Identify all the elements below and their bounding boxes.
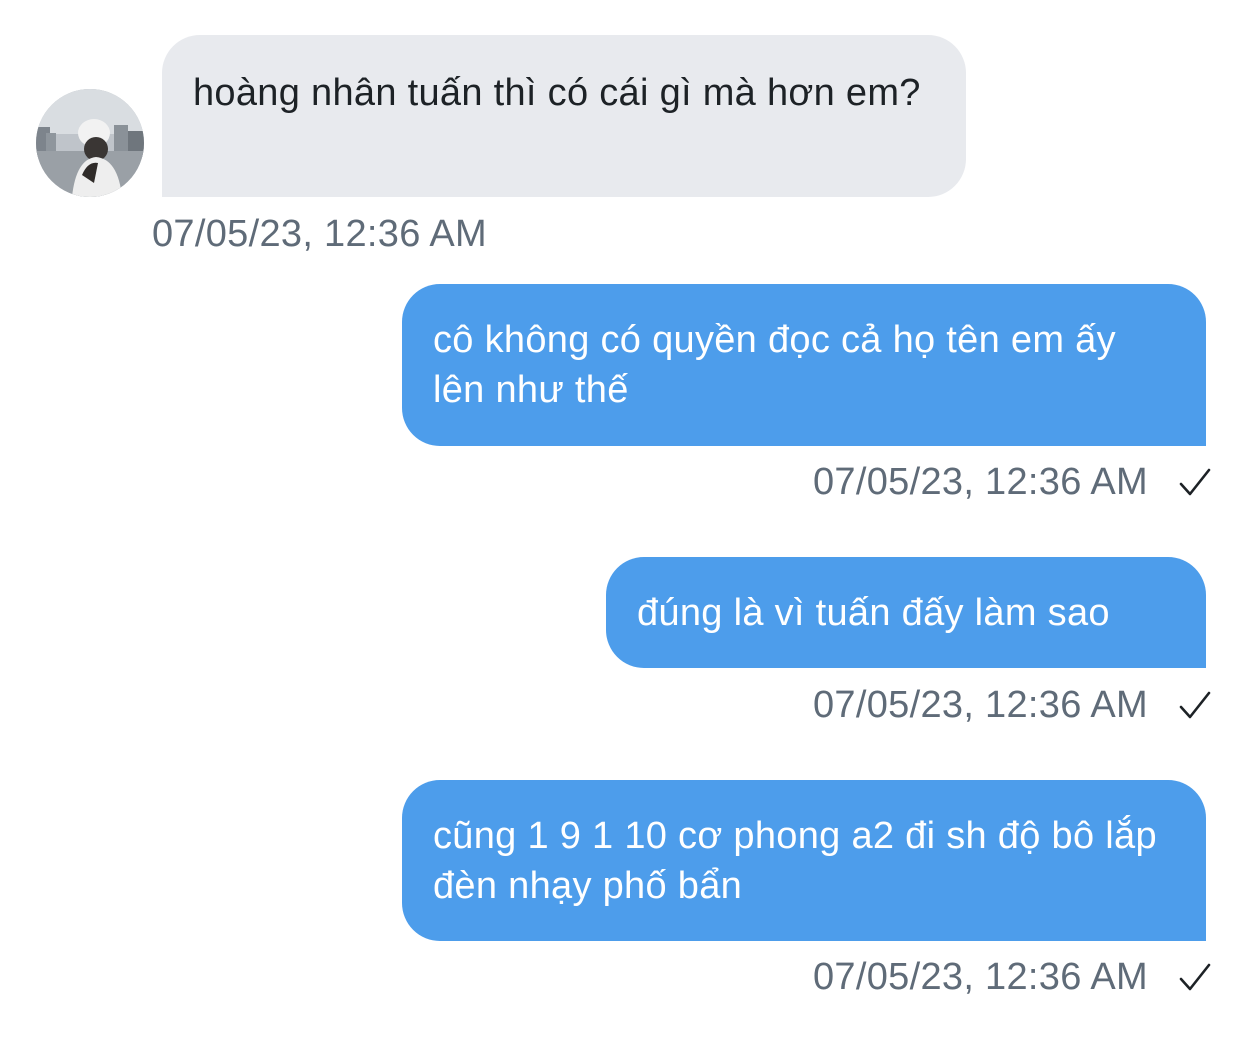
message-timestamp: 07/05/23, 12:36 AM — [152, 213, 487, 255]
message-timestamp: 07/05/23, 12:36 AM — [813, 684, 1148, 726]
avatar-photo-icon — [36, 89, 144, 197]
sent-message-bubble[interactable]: đúng là vì tuấn đấy làm sao — [606, 557, 1206, 668]
message-text: cô không có quyền đọc cả họ tên em ấy lê… — [433, 319, 1116, 411]
sender-avatar[interactable] — [36, 89, 144, 197]
sent-message-bubble[interactable]: cô không có quyền đọc cả họ tên em ấy lê… — [402, 284, 1206, 446]
check-icon — [1179, 468, 1211, 496]
received-message-bubble[interactable]: hoàng nhân tuấn thì có cái gì mà hơn em? — [162, 35, 966, 197]
message-text: hoàng nhân tuấn thì có cái gì mà hơn em? — [193, 72, 921, 114]
message-timestamp: 07/05/23, 12:36 AM — [813, 461, 1148, 503]
message-text: cũng 1 9 1 10 cơ phong a2 đi sh độ bô lắ… — [433, 815, 1157, 907]
check-icon — [1179, 963, 1211, 991]
message-timestamp: 07/05/23, 12:36 AM — [813, 956, 1148, 998]
dm-conversation: hoàng nhân tuấn thì có cái gì mà hơn em?… — [0, 0, 1242, 1037]
check-icon — [1179, 691, 1211, 719]
sent-message-bubble[interactable]: cũng 1 9 1 10 cơ phong a2 đi sh độ bô lắ… — [402, 780, 1206, 941]
message-text: đúng là vì tuấn đấy làm sao — [637, 592, 1110, 634]
